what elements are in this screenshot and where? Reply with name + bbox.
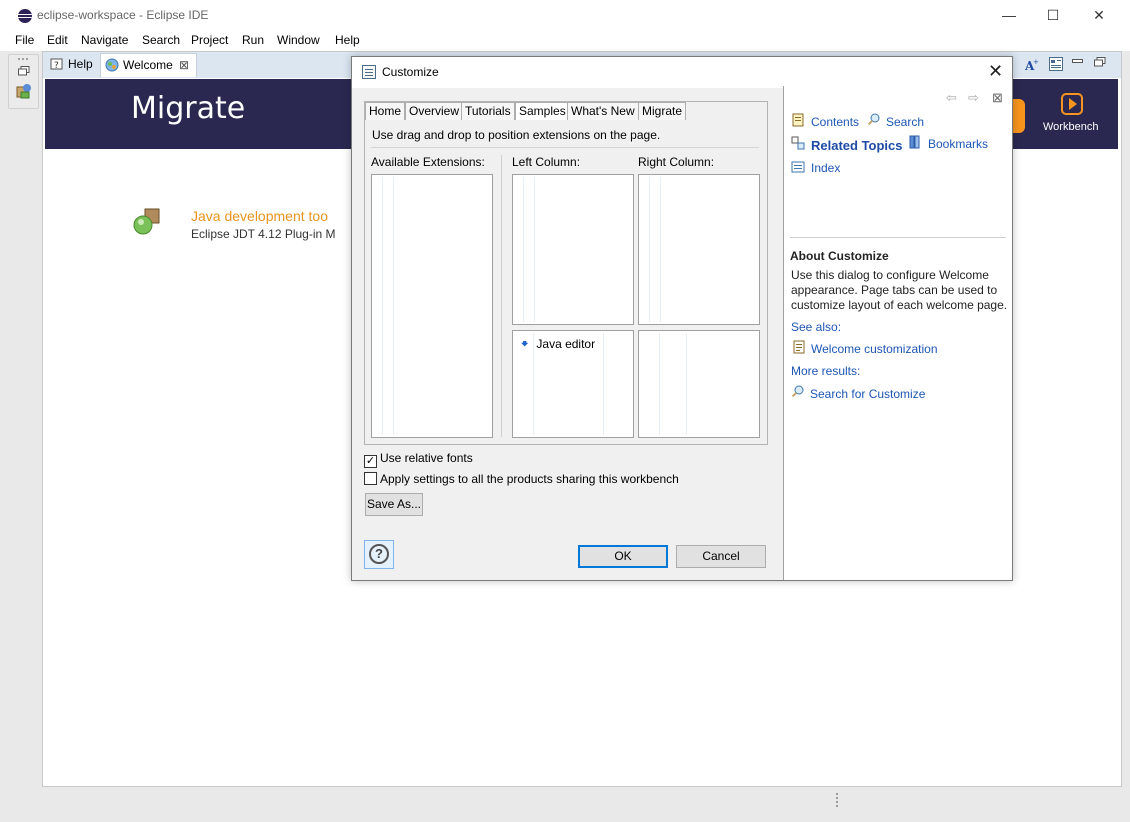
- svg-text:+: +: [1033, 58, 1039, 66]
- arrow-down-icon: 🠻: [521, 337, 529, 351]
- question-icon: ?: [369, 544, 389, 564]
- menu-run[interactable]: Run: [242, 33, 264, 47]
- contents-link[interactable]: Contents: [811, 115, 859, 129]
- tab-whats-new[interactable]: What's New: [567, 102, 639, 121]
- list-item-java-editor[interactable]: 🠻 Java editor: [521, 335, 595, 356]
- help-button[interactable]: ?: [364, 540, 394, 569]
- workbench-label[interactable]: Workbench: [1043, 121, 1098, 133]
- menu-help[interactable]: Help: [335, 33, 360, 47]
- help-icon: ?: [50, 58, 63, 71]
- window-title: eclipse-workspace - Eclipse IDE: [37, 8, 209, 22]
- index-link[interactable]: Index: [811, 161, 840, 175]
- menu-project[interactable]: Project: [191, 33, 228, 47]
- divider: [371, 147, 759, 148]
- grip-icon[interactable]: [17, 57, 31, 61]
- related-topics-icon: [791, 136, 805, 150]
- about-customize-title: About Customize: [790, 249, 889, 263]
- cancel-button[interactable]: Cancel: [676, 545, 766, 568]
- back-icon[interactable]: ⇦: [946, 90, 957, 106]
- maximize-button[interactable]: ☐: [1030, 4, 1076, 26]
- customize-icon: [362, 65, 376, 79]
- close-help-icon[interactable]: ⊠: [992, 90, 1003, 106]
- minimize-view-icon[interactable]: [1072, 57, 1084, 65]
- tab-tutorials[interactable]: Tutorials: [461, 102, 515, 121]
- left-column-bottom-list[interactable]: 🠻 Java editor: [512, 330, 634, 438]
- right-column-bottom-list[interactable]: [638, 330, 760, 438]
- help-divider: [790, 237, 1006, 238]
- maximize-view-icon[interactable]: [1094, 57, 1106, 67]
- see-also-label: See also:: [791, 320, 842, 334]
- java-editor-label: Java editor: [536, 337, 596, 351]
- dialog-title-bar: Customize ✕: [352, 57, 1012, 88]
- more-results-label: More results:: [791, 364, 861, 378]
- resize-grip[interactable]: [835, 793, 839, 809]
- restore-icon[interactable]: [18, 66, 30, 76]
- svg-text:?: ?: [54, 61, 59, 71]
- search-link[interactable]: Search: [886, 115, 924, 129]
- tab-home[interactable]: Home: [365, 102, 406, 121]
- related-topics-link[interactable]: Related Topics: [811, 138, 903, 153]
- tab-samples[interactable]: Samples: [515, 102, 570, 121]
- customize-dialog: Customize ✕ Home Overview Tutorials Samp…: [351, 56, 1013, 581]
- dialog-title: Customize: [382, 65, 439, 79]
- tab-overview[interactable]: Overview: [405, 102, 464, 121]
- project-explorer-icon[interactable]: [16, 83, 32, 99]
- workbench-icon[interactable]: [1061, 93, 1083, 115]
- welcome-icon: [105, 58, 119, 72]
- left-column-top-list[interactable]: [512, 174, 634, 325]
- forward-icon[interactable]: ⇨: [968, 90, 979, 106]
- use-relative-fonts-checkbox[interactable]: ✓ Use relative fonts: [364, 451, 473, 468]
- topic-page-icon: [793, 340, 805, 354]
- search-for-customize-link[interactable]: Search for Customize: [810, 387, 925, 401]
- drag-drop-hint: Use drag and drop to position extensions…: [372, 128, 661, 142]
- contents-icon: [792, 113, 804, 127]
- menu-navigate[interactable]: Navigate: [81, 33, 128, 47]
- tab-welcome[interactable]: Welcome ⊠: [100, 53, 197, 77]
- java-dev-tools-description: Eclipse JDT 4.12 Plug-in M: [191, 227, 336, 241]
- tab-help-label: Help: [68, 57, 93, 71]
- java-development-tools-icon: [133, 208, 160, 235]
- menu-bar: File Edit Navigate Search Project Run Wi…: [0, 31, 1130, 51]
- column-divider: [501, 155, 502, 437]
- search-icon: [791, 385, 804, 398]
- eclipse-icon: [18, 9, 32, 23]
- banner-title: Migrate: [131, 91, 246, 126]
- about-customize-text: Use this dialog to configure Welcome app…: [791, 268, 1008, 312]
- apply-settings-label: Apply settings to all the products shari…: [380, 472, 679, 486]
- minimize-button[interactable]: —: [986, 4, 1032, 26]
- bookmarks-icon: [909, 135, 920, 149]
- menu-window[interactable]: Window: [277, 33, 320, 47]
- tab-welcome-label: Welcome: [123, 58, 173, 72]
- dialog-close-button[interactable]: ✕: [988, 61, 1003, 82]
- java-dev-tools-link[interactable]: Java development too: [191, 208, 328, 224]
- save-as-button[interactable]: Save As...: [365, 493, 423, 516]
- left-trim-stack: [8, 54, 39, 109]
- title-bar: eclipse-workspace - Eclipse IDE — ☐ ✕: [0, 0, 1130, 31]
- banner-accent: [1011, 99, 1025, 133]
- available-extensions-label: Available Extensions:: [371, 155, 485, 169]
- menu-file[interactable]: File: [15, 33, 34, 47]
- checkbox-checked[interactable]: ✓: [364, 455, 377, 468]
- menu-search[interactable]: Search: [142, 33, 180, 47]
- customize-icon[interactable]: [1049, 57, 1063, 71]
- available-extensions-list[interactable]: [371, 174, 493, 438]
- right-column-label: Right Column:: [638, 155, 715, 169]
- apply-settings-checkbox[interactable]: Apply settings to all the products shari…: [364, 472, 679, 486]
- tab-migrate[interactable]: Migrate: [638, 102, 687, 121]
- menu-edit[interactable]: Edit: [47, 33, 68, 47]
- tab-help[interactable]: ? Help: [46, 53, 98, 77]
- checkbox-unchecked[interactable]: [364, 472, 377, 485]
- font-size-icon[interactable]: A +: [1025, 58, 1039, 72]
- tab-close-icon[interactable]: ⊠: [179, 54, 189, 76]
- search-icon: [867, 113, 880, 126]
- right-column-top-list[interactable]: [638, 174, 760, 325]
- use-relative-fonts-label: Use relative fonts: [380, 451, 473, 465]
- bookmarks-link[interactable]: Bookmarks: [928, 137, 988, 151]
- left-column-label: Left Column:: [512, 155, 581, 169]
- index-icon: [791, 161, 805, 173]
- welcome-customization-link[interactable]: Welcome customization: [811, 342, 938, 356]
- ok-button[interactable]: OK: [578, 545, 668, 568]
- help-pane: ⇦ ⇨ ⊠ Contents Search Related Topics Boo…: [783, 86, 1012, 580]
- close-window-button[interactable]: ✕: [1076, 4, 1122, 26]
